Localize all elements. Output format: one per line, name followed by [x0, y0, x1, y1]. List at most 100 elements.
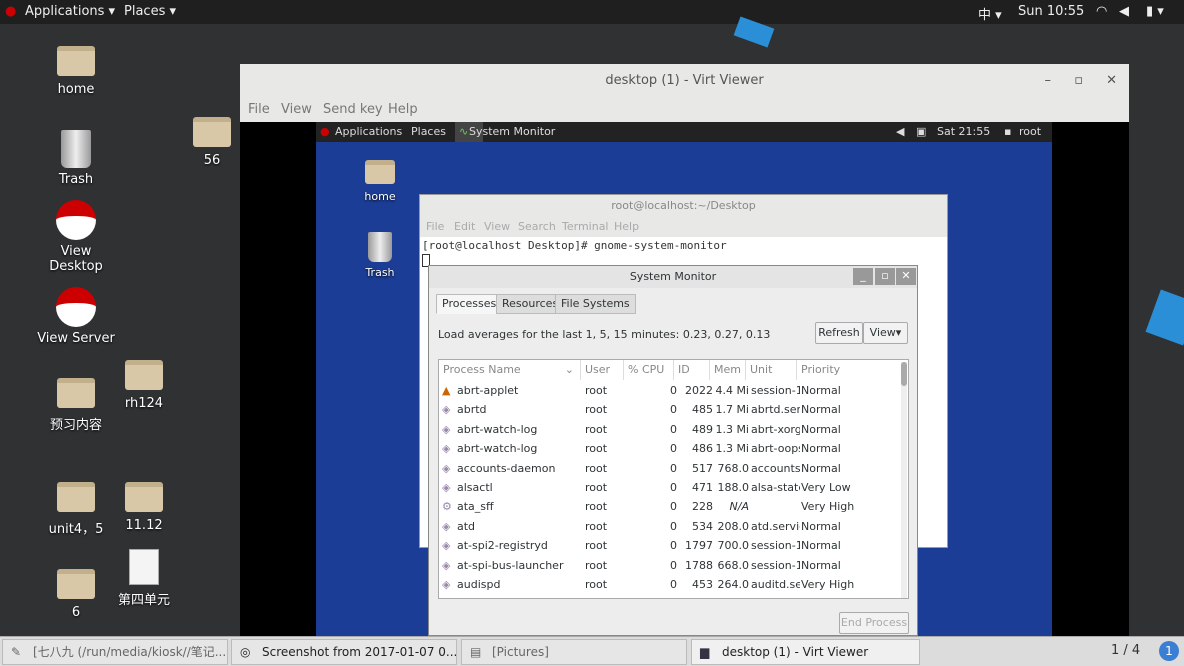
maximize-button[interactable]: ▫ [1074, 64, 1083, 98]
menu-edit[interactable]: Edit [454, 220, 475, 233]
system-monitor-titlebar[interactable]: System Monitor _ ▫ ✕ [429, 266, 917, 288]
column-process-name[interactable]: Process Name ⌄ [439, 360, 581, 380]
tab-file-systems[interactable]: File Systems [555, 294, 636, 314]
refresh-button[interactable]: Refresh [815, 322, 863, 344]
column-priority[interactable]: Priority [797, 360, 899, 380]
menu-send-key[interactable]: Send key [323, 102, 383, 117]
view-button[interactable]: View▾ [863, 322, 908, 344]
table-row[interactable]: ◈ abrtd root 0 485 1.7 Mi abrtd.ser Normal [439, 400, 899, 419]
tab-processes[interactable]: Processes [436, 294, 503, 314]
guest-applications-menu[interactable]: Applications [335, 125, 402, 138]
cell-memory: 1.3 Mi [715, 422, 749, 436]
places-menu[interactable]: Places ▾ [124, 4, 176, 19]
scrollbar-thumb[interactable] [901, 362, 907, 386]
table-row[interactable]: ⚙ ata_sff root 0 228 N/A Very High [439, 497, 899, 516]
column-cpu[interactable]: % CPU [624, 360, 674, 380]
process-icon: ◈ [442, 558, 451, 572]
task-screenshot[interactable]: ◎ Screenshot from 2017-01-07 0... [231, 639, 457, 665]
desktop-icon-view-desktop[interactable]: View Desktop [36, 200, 116, 274]
cell-memory: 668.0 [717, 558, 750, 572]
desktop-icon-folder[interactable]: rh124 [104, 360, 184, 411]
volume-icon[interactable]: ◀ [896, 125, 904, 138]
column-label: Process Name [443, 363, 521, 376]
icon-label: 6 [71, 605, 81, 620]
cell-process-name: abrtd [457, 403, 487, 417]
menu-terminal[interactable]: Terminal [562, 220, 609, 233]
menu-view[interactable]: View [281, 102, 312, 117]
guest-icon-trash[interactable]: Trash [340, 232, 420, 279]
desktop-icon-folder[interactable]: 11.12 [104, 482, 184, 533]
scrollbar[interactable] [901, 362, 907, 598]
process-icon: ◈ [442, 481, 451, 494]
terminal-output[interactable]: [root@localhost Desktop]# gnome-system-m… [420, 237, 947, 254]
table-row[interactable]: ◈ abrt-watch-log root 0 489 1.3 Mi abrt-xorg No… [439, 420, 899, 439]
desktop-icon-view-server[interactable]: View Server [36, 287, 116, 346]
menu-file[interactable]: File [248, 102, 270, 117]
guest-places-menu[interactable]: Places [411, 125, 446, 138]
table-row[interactable]: ◈ abrt-watch-log root 0 486 1.3 Mi abrt-oops No… [439, 439, 899, 458]
minimize-button[interactable]: _ [853, 268, 873, 285]
cell-unit: abrtd.ser [751, 403, 800, 417]
warning-icon: ▲ [442, 384, 451, 397]
guest-icon-home[interactable]: home [340, 160, 420, 203]
wifi-icon[interactable]: ◠ [1096, 4, 1107, 19]
process-icon: ◈ [442, 461, 451, 475]
guest-clock[interactable]: Sat 21:55 [937, 125, 990, 138]
home-folder-icon [57, 46, 95, 76]
maximize-button[interactable]: ▫ [875, 268, 895, 285]
menu-help[interactable]: Help [614, 220, 639, 233]
desktop-icon-home[interactable]: home [36, 46, 116, 97]
task-editor[interactable]: ✎ [七八九 (/run/media/kiosk//笔记... [2, 639, 228, 665]
close-button[interactable]: ✕ [896, 268, 916, 285]
cell-priority: Normal [801, 539, 841, 553]
cell-process-name: at-spi2-registryd [457, 539, 548, 553]
cell-pid: 453 [692, 578, 713, 591]
window-titlebar[interactable]: desktop (1) - Virt Viewer – ▫ ✕ [240, 64, 1129, 98]
display-icon[interactable]: ▣ [916, 125, 926, 138]
applications-menu[interactable]: Applications ▾ [25, 4, 115, 19]
minimize-button[interactable]: – [1045, 64, 1052, 98]
battery-icon[interactable]: ▮ ▾ [1146, 4, 1164, 19]
window-title: desktop (1) - Virt Viewer [605, 73, 764, 88]
table-row[interactable]: ◈ audispd root 0 453 264.0auditd.serVery High [439, 575, 899, 594]
task-pictures[interactable]: ▤ [Pictures] [461, 639, 687, 665]
cell-process-name: ata_sff [457, 500, 494, 514]
end-process-button[interactable]: End Process [839, 612, 909, 634]
volume-icon[interactable]: ◀ [1119, 4, 1129, 19]
desktop-icon-trash[interactable]: Trash [36, 130, 116, 187]
tab-resources[interactable]: Resources [496, 294, 565, 314]
table-row[interactable]: ◈ at-spi2-registryd root 0 1797 700.0 session-… [439, 536, 899, 555]
column-unit[interactable]: Unit [746, 360, 797, 380]
column-id[interactable]: ID [674, 360, 710, 380]
input-method[interactable]: 中 ▾ [978, 4, 1002, 23]
table-row[interactable]: ◈ at-spi-bus-launcher root 0 1788 668.0 sessio… [439, 556, 899, 575]
close-button[interactable]: ✕ [1106, 64, 1117, 98]
menu-view[interactable]: View [484, 220, 510, 233]
table-row[interactable]: ◈ atd root 0 534 208.0 atd.servic Normal [439, 517, 899, 536]
table-row[interactable]: ◈ accounts-daemon root 0 517 768.0 accounts- No… [439, 459, 899, 478]
menu-bar: File View Send key Help [240, 98, 1129, 122]
guest-active-app[interactable]: System Monitor [469, 125, 555, 138]
cell-memory: 768.0 [717, 461, 750, 475]
gear-icon: ⚙ [442, 500, 452, 514]
table-row[interactable]: ◈ alsactl root 0 471 188.0 alsa-state Very Low [439, 478, 899, 497]
notification-badge[interactable]: 1 [1159, 641, 1179, 661]
guest-user-menu[interactable]: root [1019, 125, 1041, 138]
menu-file[interactable]: File [426, 220, 444, 233]
terminal-titlebar[interactable]: root@localhost:~/Desktop [420, 195, 947, 217]
icon-label: View Desktop [49, 244, 103, 274]
guest-screen[interactable]: ● Applications Places ∿ System Monitor ◀… [316, 122, 1052, 636]
clock[interactable]: Sun 10:55 [1018, 4, 1084, 19]
column-mem[interactable]: Mem [710, 360, 746, 380]
menu-help[interactable]: Help [388, 102, 418, 117]
icon-label: home [57, 82, 95, 97]
menu-search[interactable]: Search [518, 220, 556, 233]
task-virt-viewer[interactable]: ▆ desktop (1) - Virt Viewer [691, 639, 920, 665]
column-user[interactable]: User [581, 360, 624, 380]
cell-priority: Very High [801, 578, 855, 591]
process-icon: ◈ [442, 403, 451, 417]
cell-process-name: abrt-watch-log [457, 422, 538, 436]
table-row[interactable]: ▲ abrt-applet root 0 2022 4.4 Mi session-1 Norm… [439, 381, 899, 400]
desktop-icon-document[interactable]: 第四单元 [104, 549, 184, 608]
workspace-switcher[interactable]: 1 / 4 [1111, 643, 1140, 658]
